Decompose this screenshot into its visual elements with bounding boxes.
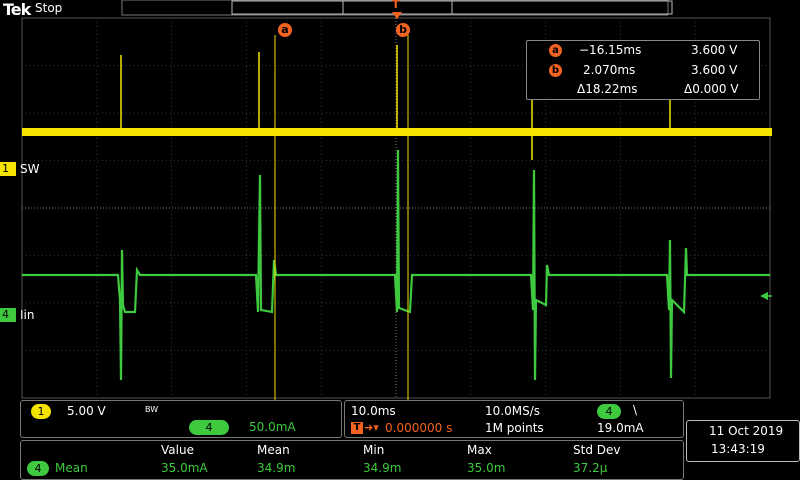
horizontal-trigger-panel[interactable]: 10.0ms 10.0MS/s 4 \ T ➜▾ 0.000000 s 1M p… [344, 400, 684, 438]
meas-header-mean: Mean [257, 443, 290, 457]
cursor-b-marker[interactable]: b [396, 23, 410, 37]
cursor-readout: a −16.15ms 3.600 V b 2.070ms 3.600 V Δ18… [526, 40, 760, 100]
record-length: 1M points [485, 421, 544, 435]
meas-min: 34.9m [363, 461, 402, 475]
trigger-arrow-icon: ➜▾ [364, 421, 379, 434]
meas-header-max: Max [467, 443, 492, 457]
ch1-label: SW [20, 162, 40, 176]
ch1-scale-badge: 1 [31, 404, 51, 419]
date: 11 Oct 2019 [709, 424, 784, 438]
cursor-delta-time: Δ18.22ms [577, 82, 638, 96]
cursor-a-marker[interactable]: a [278, 23, 292, 37]
trigger-slope-icon: \ [633, 403, 638, 417]
time-per-div: 10.0ms [351, 404, 396, 418]
meas-value: 35.0mA [161, 461, 208, 475]
cursor-a-value: 3.600 V [691, 43, 738, 57]
trigger-label: T [392, 0, 400, 11]
meas-header-value: Value [161, 443, 194, 457]
channel-scale-panel[interactable]: 1 5.00 V BW 4 50.0mA [20, 400, 342, 438]
trigger-source-badge: 4 [597, 404, 621, 419]
ch4-scale: 50.0mA [249, 420, 296, 434]
time: 13:43:19 [711, 442, 765, 456]
meas-channel-badge: 4 [27, 461, 49, 476]
meas-header-min: Min [363, 443, 385, 457]
cursor-b-time: 2.070ms [583, 63, 636, 77]
ch4-indicator[interactable]: 4 [0, 308, 16, 322]
meas-max: 35.0m [467, 461, 506, 475]
sample-rate: 10.0MS/s [485, 404, 540, 418]
cursor-b-value: 3.600 V [691, 63, 738, 77]
trigger-position-icon: T [351, 422, 363, 434]
cursor-a-time: −16.15ms [579, 43, 642, 57]
measurement-panel[interactable]: Value Mean Min Max Std Dev 4 Mean 35.0mA… [20, 440, 684, 480]
meas-stddev: 37.2µ [573, 461, 608, 475]
cursor-b-badge: b [549, 64, 562, 77]
meas-header-stddev: Std Dev [573, 443, 621, 457]
ch4-scale-badge: 4 [189, 420, 229, 435]
cursor-delta-value: Δ0.000 V [684, 82, 739, 96]
meas-mean: 34.9m [257, 461, 296, 475]
ch1-bw-limit: BW [145, 405, 159, 414]
datetime-panel: 11 Oct 2019 13:43:19 [686, 420, 800, 462]
trigger-position: 0.000000 s [385, 421, 453, 435]
meas-name: Mean [55, 461, 88, 475]
trigger-level: 19.0mA [597, 421, 644, 435]
ch4-label: Iin [20, 308, 35, 322]
ch1-waveform [22, 128, 772, 136]
cursor-a-badge: a [549, 44, 562, 57]
ch1-indicator[interactable]: 1 [0, 162, 16, 176]
ch1-scale: 5.00 V [67, 404, 106, 418]
